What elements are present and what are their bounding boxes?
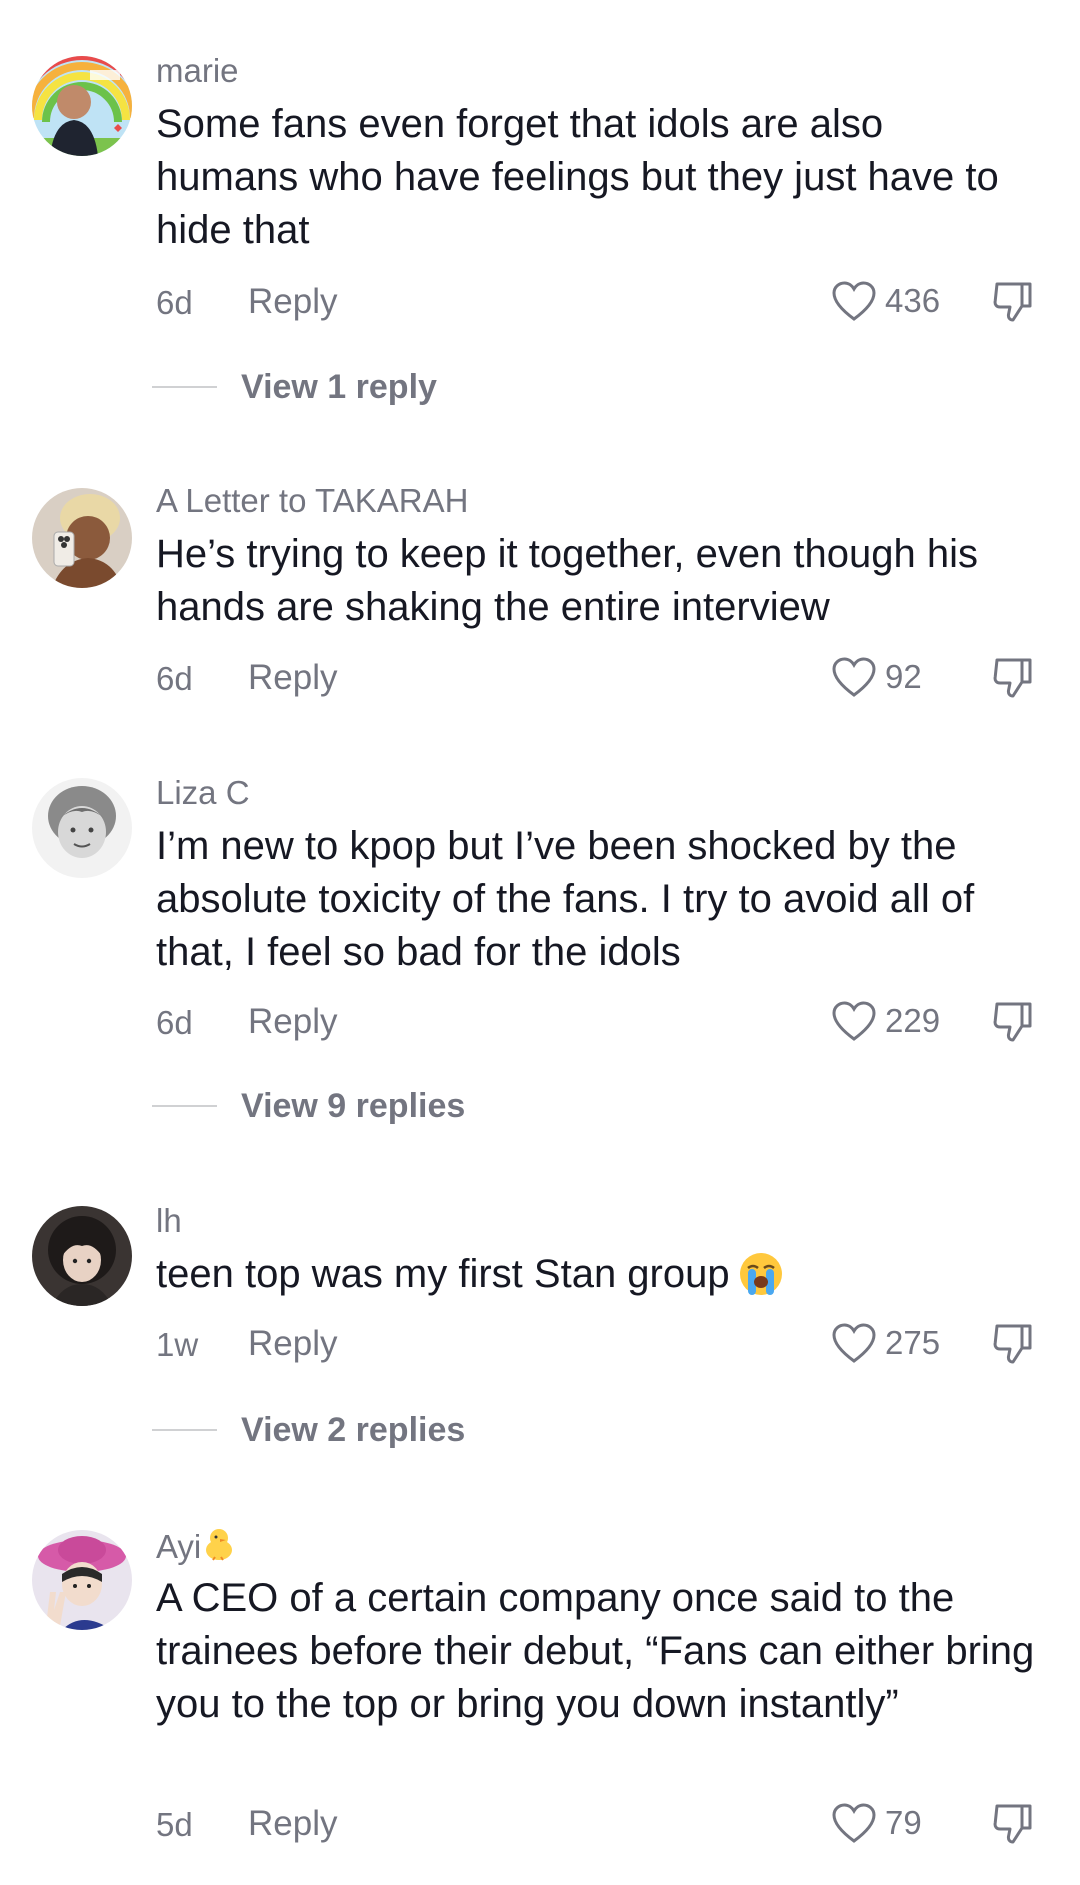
divider-line <box>152 1429 217 1431</box>
comment-timestamp: 6d <box>156 660 193 697</box>
view-replies-button[interactable]: View 2 replies <box>152 1410 465 1450</box>
heart-icon <box>832 657 876 697</box>
like-count: 436 <box>885 282 941 319</box>
view-replies-label: View 1 reply <box>241 367 437 406</box>
divider-line <box>152 386 217 388</box>
divider-line <box>152 1105 217 1107</box>
comment-username[interactable]: Ayi <box>156 1526 237 1566</box>
avatar-dark-hair-portrait-icon <box>32 1206 132 1306</box>
like-button[interactable]: 436 <box>831 276 940 326</box>
reply-button[interactable]: Reply <box>248 282 337 322</box>
thumbs-down-icon <box>993 1804 1032 1844</box>
thumbs-down-icon <box>993 658 1032 698</box>
comment-timestamp: 5d <box>156 1806 193 1843</box>
comment-actions: 6d Reply 92 <box>156 652 1046 702</box>
view-replies-button[interactable]: View 9 replies <box>152 1086 465 1126</box>
comment-actions: 6d Reply 436 <box>156 276 1046 326</box>
reply-button[interactable]: Reply <box>248 658 337 698</box>
like-count: 229 <box>885 1002 941 1039</box>
avatar[interactable] <box>32 1206 132 1306</box>
avatar[interactable] <box>32 1530 132 1630</box>
comment-timestamp: 6d <box>156 284 193 321</box>
comment-username[interactable]: A Letter to TAKARAH <box>156 482 468 520</box>
avatar[interactable] <box>32 778 132 878</box>
username-text: Ayi <box>156 1528 202 1565</box>
dislike-button[interactable] <box>990 1320 1036 1366</box>
avatar-grayscale-portrait-icon <box>32 778 132 878</box>
like-count: 92 <box>885 658 922 695</box>
avatar-man-rainbow-background-icon <box>32 56 132 156</box>
view-replies-label: View 9 replies <box>241 1086 466 1125</box>
comment-text: teen top was my first Stan group <box>156 1248 1036 1301</box>
thumbs-down-icon <box>993 1002 1032 1042</box>
avatar[interactable] <box>32 488 132 588</box>
comment-text: I’m new to kpop but I’ve been shocked by… <box>156 824 975 974</box>
comment-username[interactable]: Liza C <box>156 774 250 812</box>
comment-text: He’s trying to keep it together, even th… <box>156 532 979 629</box>
dislike-button[interactable] <box>990 1800 1036 1846</box>
heart-icon <box>832 1323 876 1363</box>
view-replies-button[interactable]: View 1 reply <box>152 367 437 407</box>
dislike-button[interactable] <box>990 998 1036 1044</box>
comment-text: A CEO of a certain company once said to … <box>156 1576 1035 1726</box>
comment-text: Some fans even forget that idols are als… <box>156 102 999 252</box>
thumbs-down-icon <box>993 1324 1032 1364</box>
heart-icon <box>832 1001 876 1041</box>
like-button[interactable]: 275 <box>831 1318 940 1368</box>
thumbs-down-icon <box>993 282 1032 322</box>
like-button[interactable]: 229 <box>831 996 940 1046</box>
comment-username[interactable]: marie <box>156 52 239 90</box>
like-button[interactable]: 79 <box>831 1798 922 1848</box>
comment-text-content: teen top was my first Stan group <box>156 1252 730 1296</box>
comment-timestamp: 1w <box>156 1326 199 1363</box>
comment-username[interactable]: lh <box>156 1202 182 1240</box>
comment-actions: 6d Reply 229 <box>156 996 1046 1046</box>
dislike-button[interactable] <box>990 654 1036 700</box>
avatar-pink-hat-peace-sign-icon <box>32 1530 132 1630</box>
loudly-crying-face-icon <box>739 1253 782 1295</box>
comment-actions: 1w Reply 275 <box>156 1318 1046 1368</box>
heart-icon <box>832 1803 876 1843</box>
like-button[interactable]: 92 <box>831 652 922 702</box>
comment-actions: 5d Reply 79 <box>156 1798 1046 1848</box>
reply-button[interactable]: Reply <box>248 1002 337 1042</box>
like-count: 79 <box>885 1804 922 1841</box>
reply-button[interactable]: Reply <box>248 1324 337 1364</box>
dislike-button[interactable] <box>990 278 1036 324</box>
avatar[interactable] <box>32 56 132 156</box>
reply-button[interactable]: Reply <box>248 1804 337 1844</box>
comment-timestamp: 6d <box>156 1004 193 1041</box>
view-replies-label: View 2 replies <box>241 1410 466 1449</box>
heart-icon <box>832 281 876 321</box>
like-count: 275 <box>885 1324 941 1361</box>
avatar-mirror-selfie-icon <box>32 488 132 588</box>
comment-thread: marie Some fans even forget that idols a… <box>0 0 1080 1885</box>
baby-chick-icon <box>206 1529 233 1561</box>
